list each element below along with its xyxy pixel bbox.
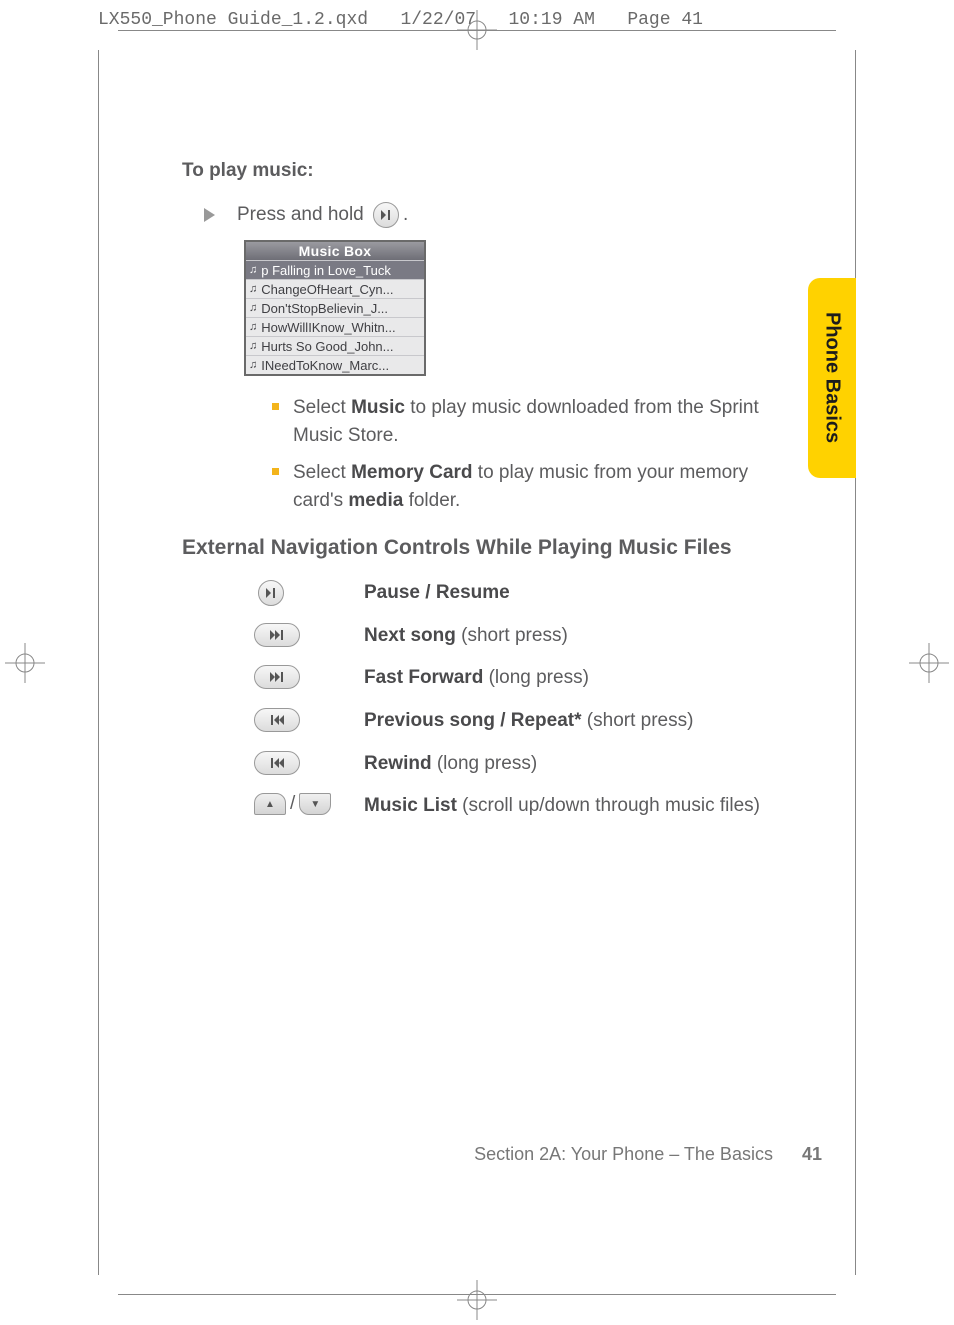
step-period: . [403,204,408,226]
footer-section: Section 2A: Your Phone – The Basics [474,1144,773,1164]
control-row: Fast Forward (long press) [254,665,762,692]
music-note-icon: ♫ [249,321,257,333]
song-label: ChangeOfHeart_Cyn... [261,282,393,297]
registration-mark-icon [909,643,949,683]
song-label: p Falling in Love_Tuck [261,263,391,278]
song-label: INeedToKnow_Marc... [261,358,389,373]
crop-rule [98,50,99,1275]
control-row: Pause / Resume [254,580,762,607]
music-note-icon: ♫ [249,359,257,371]
music-note-icon: ♫ [249,264,257,276]
music-note-icon: ♫ [249,302,257,314]
section-tab: Phone Basics [808,278,856,478]
footer-page-number: 41 [802,1144,822,1164]
previous-button-icon [254,708,300,732]
sub-bullet: Select Memory Card to play music from yo… [272,459,762,514]
control-note: (long press) [483,667,589,688]
musicbox-row: ♫ INeedToKnow_Marc... [246,355,424,374]
registration-mark-icon [457,10,497,50]
play-triangle-icon [204,208,215,222]
control-label: Next song [364,625,456,646]
fast-forward-button-icon [254,665,300,689]
musicbox-row: ♫ p Falling in Love_Tuck [246,260,424,279]
rewind-button-icon [254,751,300,775]
music-note-icon: ♫ [249,340,257,352]
control-row: Previous song / Repeat* (short press) [254,708,762,735]
play-pause-button-icon [373,202,399,228]
control-label: Music List [364,795,457,816]
song-label: Hurts So Good_John... [261,339,393,354]
musicbox-row: ♫ Don'tStopBelievin_J... [246,298,424,317]
nav-down-button-icon: ▼ [299,793,331,815]
control-row: Rewind (long press) [254,751,762,778]
musicbox-screenshot: Music Box ♫ p Falling in Love_Tuck ♫ Chang… [244,240,426,376]
control-note: (long press) [432,753,538,774]
heading-to-play: To play music: [182,160,762,182]
musicbox-row: ♫ Hurts So Good_John... [246,336,424,355]
control-note: (scroll up/down through music files) [457,795,760,816]
song-label: Don'tStopBelievin_J... [261,301,388,316]
crop-rule [855,50,856,1275]
page-footer: Section 2A: Your Phone – The Basics 41 [182,1144,822,1165]
control-row: Next song (short press) [254,623,762,650]
song-label: HowWillIKnow_Whitn... [261,320,395,335]
section-tab-label: Phone Basics [821,312,844,443]
sub-bullet: Select Music to play music downloaded fr… [272,394,762,449]
bullet-square-icon [272,403,279,410]
nav-up-button-icon: ▲ [254,793,286,815]
registration-mark-icon [457,1280,497,1320]
musicbox-title: Music Box [246,242,424,260]
step-text: Press and hold [237,204,364,226]
control-label: Fast Forward [364,667,483,688]
musicbox-row: ♫ ChangeOfHeart_Cyn... [246,279,424,298]
bullet-text: Select Music to play music downloaded fr… [293,394,762,449]
control-note: (short press) [582,710,694,731]
next-button-icon [254,623,300,647]
music-note-icon: ♫ [249,283,257,295]
play-pause-button-icon [258,580,284,606]
control-label: Rewind [364,753,432,774]
print-time: 10:19 AM [508,10,594,30]
slash: / [290,793,295,815]
heading-controls: External Navigation Controls While Playi… [182,536,762,560]
print-page: Page 41 [627,10,703,30]
registration-mark-icon [5,643,45,683]
bullet-text: Select Memory Card to play music from yo… [293,459,762,514]
control-label: Pause / Resume [364,582,510,603]
musicbox-row: ♫ HowWillIKnow_Whitn... [246,317,424,336]
step-press-hold: Press and hold . [204,202,762,228]
bullet-square-icon [272,468,279,475]
filename: LX550_Phone Guide_1.2.qxd [98,10,368,30]
control-note: (short press) [456,625,568,646]
control-row: ▲ / ▼ Music List (scroll up/down through… [254,793,762,820]
control-label: Previous song / Repeat* [364,710,582,731]
